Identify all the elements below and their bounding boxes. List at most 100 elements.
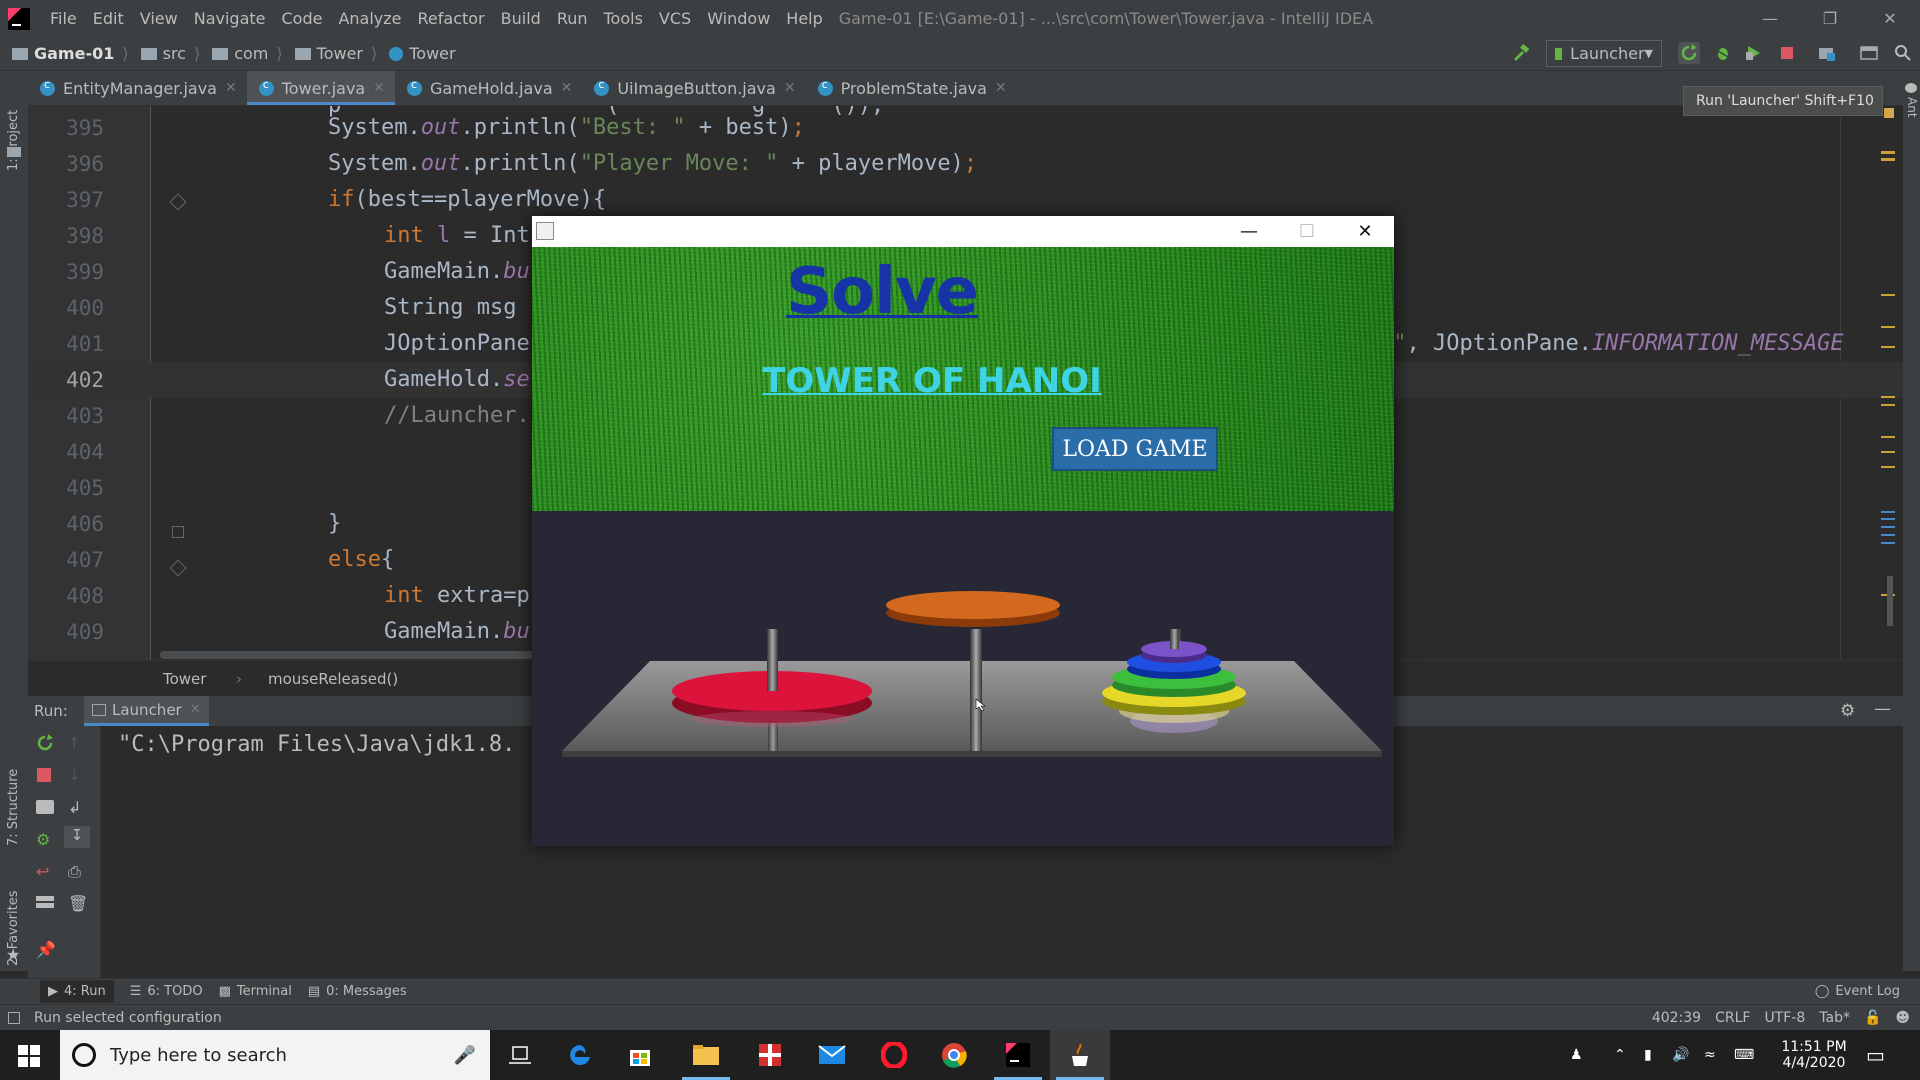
- tab-terminal[interactable]: ▩ Terminal: [219, 984, 292, 999]
- breadcrumb-com[interactable]: com ⟩: [212, 44, 283, 63]
- lock-icon[interactable]: 🔓: [1864, 1010, 1881, 1026]
- java-app-taskbar-icon[interactable]: [1050, 1030, 1110, 1080]
- menu-analyze[interactable]: Analyze: [330, 9, 409, 28]
- opera-browser-icon[interactable]: [864, 1030, 924, 1080]
- console-output[interactable]: "C:\Program Files\Java\jdk1.8.: [118, 732, 515, 757]
- run-tab-launcher[interactable]: Launcher ✕: [84, 696, 209, 726]
- people-icon[interactable]: ♟: [1570, 1030, 1583, 1080]
- notifications-icon[interactable]: ▭: [1866, 1030, 1885, 1080]
- build-hammer-icon[interactable]: [1510, 42, 1532, 64]
- print-icon[interactable]: ⎙: [68, 862, 81, 882]
- debug-icon[interactable]: ⚙: [36, 830, 50, 849]
- show-hidden-icons[interactable]: ⌃: [1614, 1030, 1626, 1080]
- close-tab-icon[interactable]: ✕: [561, 80, 573, 96]
- stop-icon[interactable]: [1776, 42, 1798, 64]
- restore-icon[interactable]: ❐: [1800, 0, 1860, 37]
- breadcrumb-tower-class[interactable]: Tower: [389, 44, 456, 63]
- fold-marker-icon[interactable]: [172, 526, 184, 538]
- store-icon[interactable]: [610, 1030, 670, 1080]
- pin-icon[interactable]: 📌: [36, 940, 56, 959]
- disk-orange[interactable]: [886, 591, 1060, 619]
- tab-todo[interactable]: ☰ 6: TODO: [130, 984, 203, 999]
- tab-uiimagebutton[interactable]: UiImageButton.java ✕: [582, 71, 805, 105]
- horizontal-scrollbar[interactable]: [160, 651, 560, 659]
- project-panel-tab[interactable]: 1: Project: [6, 81, 21, 171]
- event-log-button[interactable]: ◯ Event Log: [1815, 984, 1900, 999]
- intellij-idea-icon[interactable]: [988, 1030, 1048, 1080]
- layout-icon[interactable]: [36, 896, 54, 908]
- menu-code[interactable]: Code: [274, 9, 331, 28]
- menu-edit[interactable]: Edit: [85, 9, 132, 28]
- breadcrumb-project[interactable]: Game-01 ⟩: [12, 44, 129, 63]
- rerun-icon[interactable]: [1678, 42, 1700, 64]
- task-view-icon[interactable]: [490, 1030, 550, 1080]
- menu-run[interactable]: Run: [549, 9, 596, 28]
- taskbar-search[interactable]: Type here to search 🎤: [60, 1030, 490, 1080]
- menu-view[interactable]: View: [132, 9, 186, 28]
- menu-file[interactable]: File: [42, 9, 85, 28]
- close-icon[interactable]: ✕: [1336, 216, 1394, 247]
- tab-messages[interactable]: ▤ 0: Messages: [308, 984, 407, 999]
- load-game-button[interactable]: LOAD GAME: [1052, 427, 1218, 471]
- scroll-to-end-icon[interactable]: ↧: [64, 826, 90, 848]
- mail-icon[interactable]: [802, 1030, 862, 1080]
- structure-panel-tab[interactable]: 7: Structure: [6, 756, 21, 846]
- tab-gamehold[interactable]: GameHold.java ✕: [395, 71, 582, 105]
- gear-icon[interactable]: ⚙: [1840, 701, 1855, 721]
- coverage-icon[interactable]: [1742, 42, 1764, 64]
- scroll-thumb[interactable]: [1887, 576, 1893, 626]
- trash-icon[interactable]: 🗑: [68, 894, 88, 913]
- status-toggle-icon[interactable]: [8, 1011, 20, 1024]
- close-tab-icon[interactable]: ✕: [995, 80, 1007, 96]
- menu-help[interactable]: Help: [778, 9, 830, 28]
- wifi-icon[interactable]: ≈: [1704, 1030, 1716, 1080]
- inspector-icon[interactable]: ☻: [1895, 1010, 1910, 1026]
- close-tab-icon[interactable]: ✕: [784, 80, 796, 96]
- minimize-icon[interactable]: —: [1220, 216, 1278, 247]
- search-icon[interactable]: [1892, 42, 1914, 64]
- exit-icon[interactable]: ↩: [36, 862, 49, 881]
- line-separator[interactable]: CRLF: [1715, 1010, 1750, 1026]
- file-explorer-icon[interactable]: [676, 1030, 736, 1080]
- chrome-browser-icon[interactable]: [924, 1030, 984, 1080]
- hanoi-board-scene[interactable]: [532, 511, 1394, 846]
- edge-browser-icon[interactable]: [550, 1030, 610, 1080]
- menu-tools[interactable]: Tools: [596, 9, 651, 28]
- menu-vcs[interactable]: VCS: [651, 9, 699, 28]
- crumb-class[interactable]: Tower: [163, 670, 206, 688]
- breadcrumb-src[interactable]: src ⟩: [140, 44, 200, 63]
- ant-panel-tab[interactable]: Ant: [1905, 97, 1919, 118]
- arrow-up-icon[interactable]: ↑: [68, 734, 81, 752]
- camera-icon[interactable]: [36, 800, 54, 814]
- crumb-method[interactable]: mouseReleased(): [268, 670, 398, 688]
- close-icon[interactable]: ✕: [1860, 0, 1920, 37]
- windows-start-icon[interactable]: [18, 1045, 40, 1067]
- project-structure-icon[interactable]: [1816, 42, 1838, 64]
- tab-problemstate[interactable]: ProblemState.java ✕: [806, 71, 1017, 105]
- error-stripe[interactable]: [1878, 106, 1896, 660]
- microphone-icon[interactable]: 🎤: [454, 1045, 476, 1066]
- menu-window[interactable]: Window: [699, 9, 778, 28]
- hide-panel-icon[interactable]: —: [1874, 699, 1891, 719]
- clock[interactable]: 11:51 PM 4/4/2020: [1774, 1030, 1854, 1080]
- file-encoding[interactable]: UTF-8: [1764, 1010, 1805, 1026]
- indent-setting[interactable]: Tab*: [1819, 1010, 1850, 1026]
- soft-wrap-icon[interactable]: ↲: [68, 798, 81, 817]
- breadcrumb-tower-package[interactable]: Tower ⟩: [294, 44, 377, 63]
- close-tab-icon[interactable]: ✕: [225, 80, 237, 96]
- run-configuration-select[interactable]: Launcher ▼: [1546, 40, 1662, 67]
- menu-navigate[interactable]: Navigate: [186, 9, 274, 28]
- battery-icon[interactable]: ▮: [1644, 1030, 1652, 1080]
- minimize-icon[interactable]: —: [1740, 0, 1800, 37]
- menu-build[interactable]: Build: [493, 9, 549, 28]
- rerun-icon[interactable]: [36, 734, 54, 752]
- stop-icon[interactable]: [37, 768, 51, 782]
- arrow-down-icon[interactable]: ↓: [68, 766, 81, 784]
- close-tab-icon[interactable]: ✕: [373, 80, 385, 96]
- volume-icon[interactable]: 🔊: [1672, 1030, 1689, 1080]
- gift-app-icon[interactable]: [740, 1030, 800, 1080]
- menu-refactor[interactable]: Refactor: [410, 9, 493, 28]
- tab-tower[interactable]: Tower.java ✕: [246, 71, 396, 105]
- caret-position[interactable]: 402:39: [1652, 1010, 1701, 1026]
- debug-bug-icon[interactable]: [1712, 42, 1734, 64]
